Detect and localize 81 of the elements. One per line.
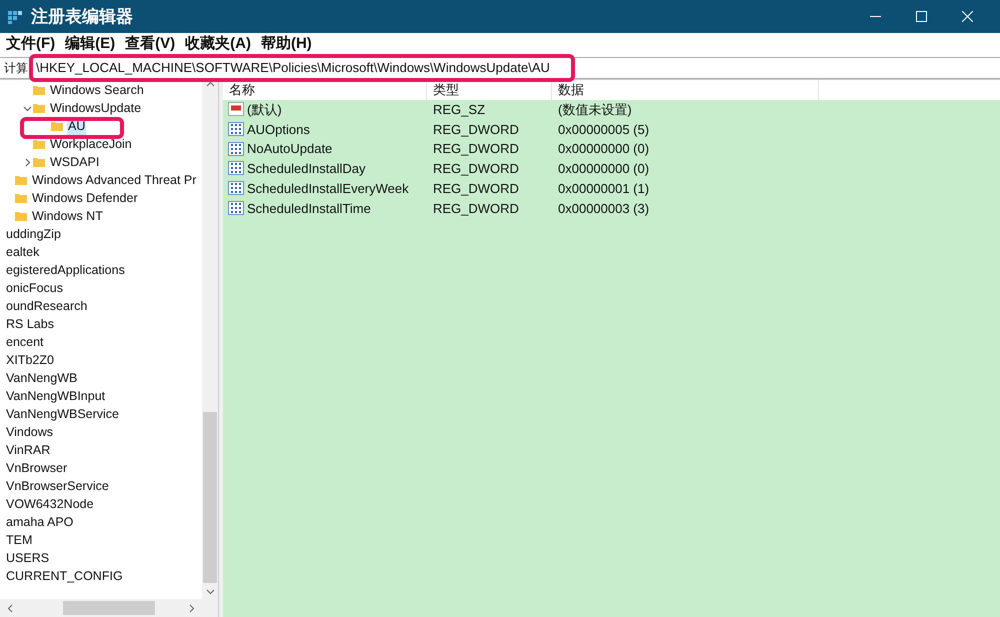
maximize-icon [916,11,926,22]
menu-item[interactable]: 查看(V) [125,35,176,52]
tree-item[interactable]: Windows Defender [31,190,139,206]
app-icon [7,8,23,24]
tree-item[interactable]: Windows NT [31,208,104,224]
tree-item[interactable]: VanNengWB [5,370,78,386]
menu-item[interactable]: 帮助(H) [260,35,312,52]
folder-icon [32,137,46,151]
value-data: 0x00000003 (3) [557,200,650,218]
tree-item[interactable]: VanNengWBService [5,406,120,422]
value-type: REG_DWORD [432,200,520,218]
tree-item[interactable]: VOW6432Node [5,496,95,512]
column-header[interactable]: 名称 [223,80,427,100]
tree-item[interactable]: VanNengWBInput [5,388,106,404]
scrollbar-thumb[interactable] [203,412,217,583]
value-data: 0x00000000 (0) [557,160,650,178]
value-type: REG_DWORD [432,160,520,178]
tree-item[interactable]: encent [5,334,45,350]
scroll-left-icon[interactable] [6,604,15,612]
tree-item[interactable]: Windows Advanced Threat Pr [31,172,198,188]
scroll-right-icon[interactable] [187,604,196,612]
tree-item[interactable]: amaha APO [5,514,74,530]
scrollbar-thumb[interactable] [63,601,155,615]
chevron-right-icon[interactable] [22,158,32,166]
tree-item[interactable]: uddingZip [5,226,62,242]
column-header[interactable]: 类型 [427,80,552,100]
folder-icon [50,119,64,133]
value-name[interactable]: ScheduledInstallDay [247,159,366,179]
tree-item[interactable]: RS Labs [5,316,55,332]
folder-icon [32,101,46,115]
menu-item[interactable]: 收藏夹(A) [185,35,251,52]
tree-item[interactable]: VnBrowserService [5,478,110,494]
tree-item[interactable]: Windows Search [49,82,145,98]
value-name[interactable]: AUOptions [247,120,310,140]
menu-item[interactable]: 文件(F) [6,35,56,52]
folder-icon [14,209,28,223]
scroll-down-icon[interactable] [206,587,214,596]
tree-item[interactable]: TEM [5,532,34,548]
binary-value-icon [228,200,244,216]
value-name[interactable]: ScheduledInstallTime [247,198,371,218]
value-name[interactable]: NoAutoUpdate [247,139,332,159]
tree-item[interactable]: WorkplaceJoin [49,136,133,152]
menu-item[interactable]: 编辑(E) [65,35,116,52]
binary-value-icon [228,142,244,157]
column-header[interactable]: 数据 [552,80,819,100]
folder-icon [14,173,28,187]
binary-value-icon [228,161,244,176]
tree-item[interactable]: oundResearch [5,298,88,314]
tree-item[interactable]: onicFocus [5,280,64,296]
tree-item[interactable]: CURRENT_CONFIG [5,568,124,584]
tree-item[interactable]: WindowsUpdate [49,100,142,116]
tree-item[interactable]: USERS [5,550,50,566]
folder-icon [14,191,28,205]
value-data: 0x00000000 (0) [557,140,650,158]
value-type: REG_DWORD [432,120,520,139]
value-name[interactable]: ScheduledInstallEveryWeek [247,178,409,198]
value-data: 0x00000005 (5) [557,120,650,139]
tree-item[interactable]: ealtek [5,244,40,260]
tree-item[interactable]: VnBrowser [5,460,68,476]
tree-item[interactable]: XITb2Z0 [5,352,55,368]
folder-icon [32,83,46,97]
scroll-up-icon[interactable] [206,80,214,89]
tree-item[interactable]: egisteredApplications [5,262,126,278]
value-type: REG_DWORD [432,180,520,198]
chevron-down-icon[interactable] [22,104,32,112]
string-value-icon [228,102,244,118]
tree-item[interactable]: Vindows [5,424,54,440]
value-type: REG_SZ [432,101,486,120]
tree-item[interactable]: WSDAPI [49,154,100,170]
value-name[interactable]: (默认) [247,100,282,120]
tree-item[interactable]: VinRAR [5,442,52,458]
value-type: REG_DWORD [432,140,520,158]
address-field[interactable]: \HKEY_LOCAL_MACHINE\SOFTWARE\Policies\Microsoft\Windows\WindowsUpdate\AU [36,58,1000,78]
binary-value-icon [228,122,244,138]
folder-icon [32,155,46,169]
value-data: (数值未设置) [557,101,632,120]
binary-value-icon [228,181,244,196]
window-title: 注册表编辑器 [31,6,133,28]
value-data: 0x00000001 (1) [557,180,650,198]
address-label: 计算 [3,60,28,77]
close-icon [962,11,972,22]
